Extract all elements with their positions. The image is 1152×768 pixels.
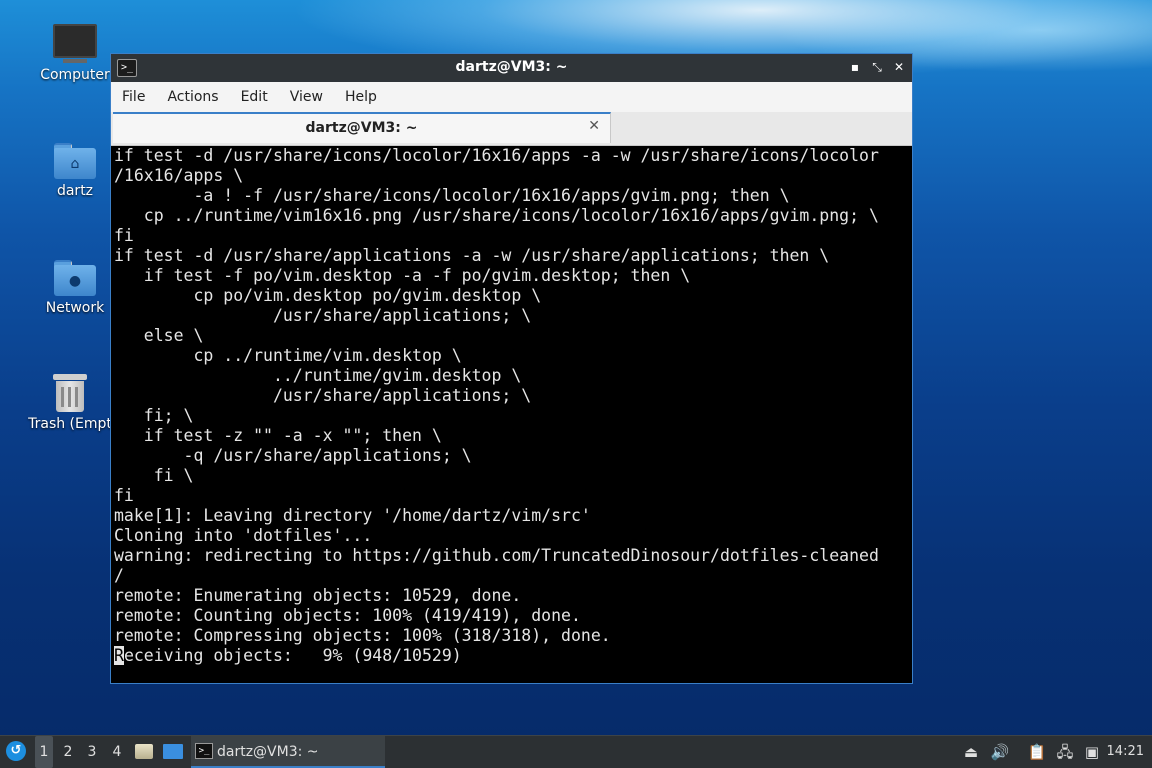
file-manager-launcher[interactable]	[134, 736, 154, 768]
menu-help[interactable]: Help	[334, 82, 388, 112]
desktop-icon-label: Trash (Empt	[28, 416, 112, 432]
eject-icon[interactable]: ⏏	[961, 736, 981, 768]
terminal-cursor: R	[114, 646, 124, 665]
computer-icon	[53, 24, 97, 58]
tab-terminal[interactable]: dartz@VM3: ~ ✕	[113, 112, 611, 143]
terminal-text: if test -d /usr/share/icons/locolor/16x1…	[114, 146, 879, 645]
tab-close-icon[interactable]: ✕	[588, 118, 600, 134]
terminal-output[interactable]: if test -d /usr/share/icons/locolor/16x1…	[114, 146, 910, 681]
maximize-button[interactable]: ⤡	[868, 58, 886, 76]
menu-bar: File Actions Edit View Help	[111, 82, 912, 113]
task-label: dartz@VM3: ~	[217, 744, 319, 760]
volume-icon[interactable]: 🔊	[990, 736, 1010, 768]
menu-actions[interactable]: Actions	[156, 82, 229, 112]
minimize-button[interactable]: ▪	[846, 58, 864, 76]
app-menu-button[interactable]: ↺	[4, 736, 28, 768]
terminal-current-line: Receiving objects: 9% (948/10529)	[114, 646, 910, 666]
clipboard-icon[interactable]: 📋	[1027, 736, 1047, 768]
menu-file[interactable]: File	[111, 82, 156, 112]
notification-icon[interactable]: ▣	[1082, 736, 1102, 768]
show-desktop-icon	[163, 744, 183, 759]
file-manager-icon	[135, 744, 153, 759]
workspace-4[interactable]: 4	[108, 736, 126, 768]
workspace-1[interactable]: 1	[35, 736, 53, 768]
tab-title: dartz@VM3: ~	[305, 120, 418, 136]
terminal-progress-line: eceiving objects: 9% (948/10529)	[123, 646, 462, 665]
window-title: dartz@VM3: ~	[455, 59, 568, 75]
terminal-icon: >_	[195, 743, 213, 759]
lubuntu-logo-icon: ↺	[6, 741, 26, 761]
network-folder-icon: ●	[54, 260, 96, 296]
taskbar-task-terminal[interactable]: >_ dartz@VM3: ~	[191, 736, 385, 768]
desktop-icon-trash[interactable]: Trash (Empt	[20, 374, 120, 432]
workspace-3[interactable]: 3	[83, 736, 101, 768]
close-button[interactable]: ✕	[890, 58, 908, 76]
show-desktop-button[interactable]	[162, 736, 184, 768]
home-folder-icon: ⌂	[54, 143, 96, 179]
tab-bar: dartz@VM3: ~ ✕	[111, 112, 912, 146]
taskbar-panel: ↺ 1 2 3 4 >_ dartz@VM3: ~ ⏏ 🔊 📋 🖧 ▣ 14:2…	[0, 735, 1152, 768]
window-titlebar[interactable]: >_ dartz@VM3: ~ ▪ ⤡ ✕	[111, 54, 912, 82]
menu-edit[interactable]: Edit	[230, 82, 279, 112]
network-icon[interactable]: 🖧	[1055, 736, 1075, 768]
terminal-window[interactable]: >_ dartz@VM3: ~ ▪ ⤡ ✕ File Actions Edit Vie…	[110, 53, 913, 684]
workspace-2[interactable]: 2	[59, 736, 77, 768]
menu-view[interactable]: View	[279, 82, 334, 112]
clock[interactable]: 14:21	[1104, 736, 1144, 768]
trash-icon	[53, 374, 87, 412]
